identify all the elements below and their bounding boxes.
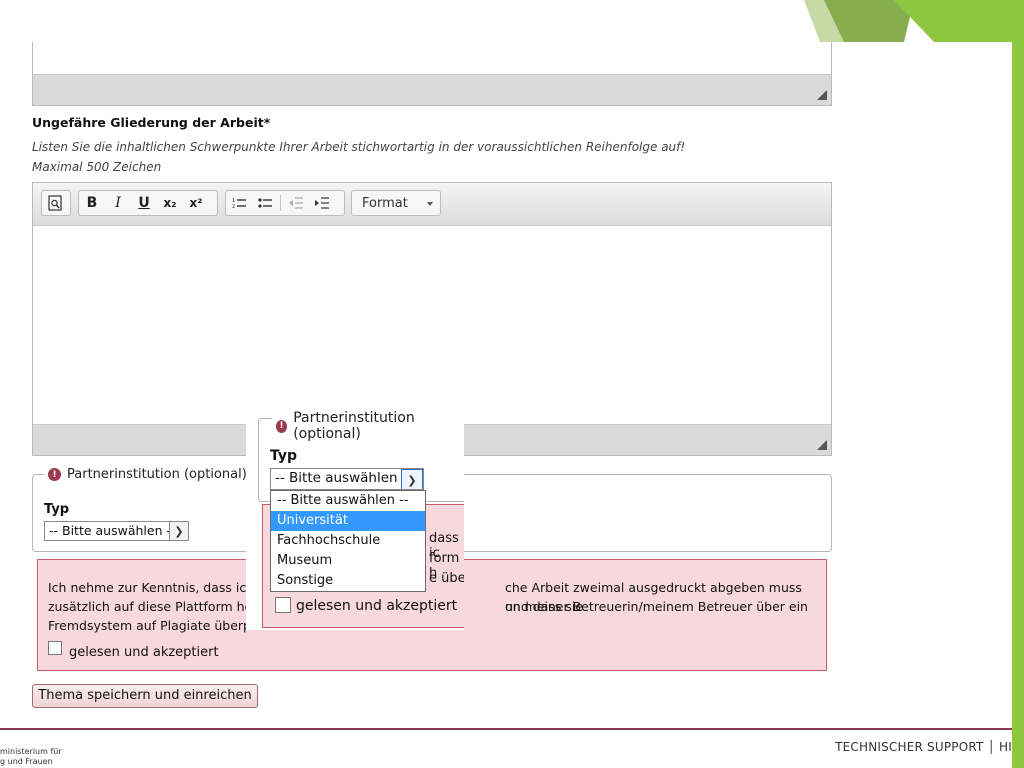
- chevron-down-icon: ❯: [169, 522, 188, 540]
- technical-support-link[interactable]: TECHNISCHER SUPPORT │ HI: [835, 740, 1012, 754]
- editor-content-area[interactable]: [33, 225, 831, 425]
- format-dropdown[interactable]: Format: [351, 190, 441, 216]
- indent-icon[interactable]: [309, 191, 335, 215]
- toolbar-group-preview: [41, 190, 71, 216]
- toolbar-group-basic: B I U x₂ x²: [78, 190, 218, 216]
- overlay-select-value: -- Bitte auswählen --: [275, 470, 412, 486]
- overlay-typ-select[interactable]: -- Bitte auswählen -- ❯: [270, 468, 424, 490]
- chevron-down-icon: ❯: [401, 469, 423, 489]
- resize-handle-icon[interactable]: [817, 440, 827, 450]
- overlay-checkbox-label: gelesen und akzeptiert: [296, 598, 458, 614]
- subscript-button[interactable]: x₂: [157, 191, 183, 215]
- option-sonstige[interactable]: Sonstige: [271, 571, 425, 591]
- typ-select-value: -- Bitte auswählen --: [49, 523, 176, 538]
- outdent-icon[interactable]: [283, 191, 309, 215]
- typ-select[interactable]: -- Bitte auswählen -- ❯: [44, 521, 189, 541]
- preview-icon[interactable]: [42, 191, 68, 215]
- toolbar-separator: [280, 195, 281, 211]
- notice-line3-left: Fremdsystem auf Plagiate überprü: [48, 618, 265, 633]
- partner-legend-text: Partnerinstitution (optional): [67, 467, 247, 482]
- numbered-list-icon[interactable]: 12: [226, 191, 252, 215]
- superscript-button[interactable]: x²: [183, 191, 209, 215]
- chevron-down-icon: [427, 202, 433, 206]
- outline-char-limit: Maximal 500 Zeichen: [32, 160, 162, 174]
- ministry-logo-text: ministerium für g und Frauen: [0, 747, 62, 767]
- typ-label: Typ: [44, 502, 70, 517]
- editor-toolbar: B I U x₂ x² 12 Format: [33, 183, 831, 226]
- option-universitaet[interactable]: Universität: [271, 511, 425, 531]
- overlay-accept-checkbox[interactable]: [275, 597, 291, 613]
- info-icon: !: [276, 419, 288, 433]
- notice-line1-left: Ich nehme zur Kenntnis, dass ich n: [48, 580, 267, 595]
- svg-text:2: 2: [232, 204, 235, 209]
- ministry-text-line2: g und Frauen: [0, 757, 53, 766]
- format-label: Format: [362, 196, 408, 211]
- zoomed-dropdown-overlay: ! Partnerinstitution (optional) Typ -- B…: [246, 404, 464, 630]
- outline-hint: Listen Sie die inhaltlichen Schwerpunkte…: [32, 140, 686, 154]
- outline-heading: Ungefähre Gliederung der Arbeit*: [32, 115, 271, 130]
- overlay-legend: ! Partnerinstitution (optional): [272, 410, 464, 442]
- resize-handle-icon[interactable]: [817, 90, 827, 100]
- ministry-text-line1: ministerium für: [0, 747, 62, 756]
- accept-checkbox[interactable]: [48, 641, 62, 655]
- footer-divider: [0, 728, 1012, 730]
- previous-editor: [32, 42, 832, 106]
- underline-button[interactable]: U: [131, 191, 157, 215]
- toolbar-group-lists: 12: [225, 190, 345, 216]
- info-icon: !: [48, 468, 61, 481]
- notice-line2-left: zusätzlich auf diese Plattform hoch: [48, 599, 268, 614]
- option-bitte-auswaehlen[interactable]: -- Bitte auswählen --: [271, 491, 425, 511]
- notice-line2-right: on meiner Betreuerin/meinem Betreuer übe…: [505, 599, 808, 614]
- bold-button[interactable]: B: [79, 191, 105, 215]
- overlay-notice-fragment: e über: [429, 571, 464, 586]
- accept-checkbox-label: gelesen und akzeptiert: [69, 645, 219, 660]
- option-fachhochschule[interactable]: Fachhochschule: [271, 531, 425, 551]
- typ-options-list: -- Bitte auswählen -- Universität Fachho…: [270, 490, 426, 592]
- option-museum[interactable]: Museum: [271, 551, 425, 571]
- overlay-typ-label: Typ: [270, 448, 298, 464]
- italic-button[interactable]: I: [105, 191, 131, 215]
- submit-topic-button[interactable]: Thema speichern und einreichen: [32, 684, 258, 708]
- editor-statusbar: [33, 74, 831, 105]
- overlay-legend-text: Partnerinstitution (optional): [293, 410, 415, 442]
- partner-legend: ! Partnerinstitution (optional): [44, 467, 251, 482]
- bullet-list-icon[interactable]: [252, 191, 278, 215]
